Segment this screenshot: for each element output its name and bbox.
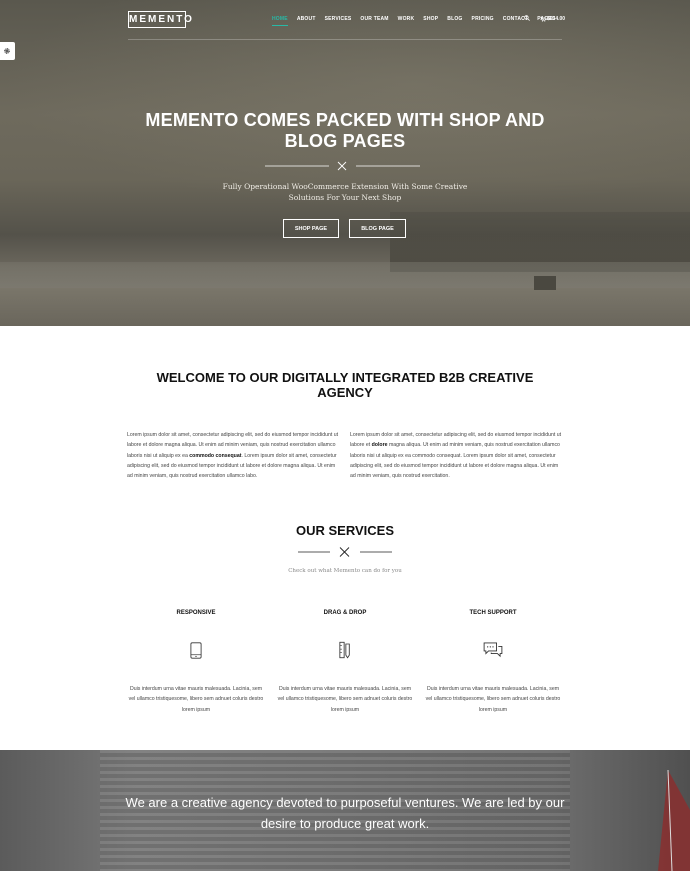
cart-link[interactable]: $634.00 xyxy=(540,14,565,24)
settings-toggle[interactable] xyxy=(0,42,15,60)
nav-pricing[interactable]: PRICING xyxy=(472,14,494,26)
tablet-icon xyxy=(190,641,202,659)
service-title: DRAG & DROP xyxy=(323,610,367,616)
service-responsive: RESPONSIVE Duis interdum urna vitae maur… xyxy=(126,610,266,715)
nav-home[interactable]: HOME xyxy=(272,14,288,26)
nav-our-team[interactable]: OUR TEAM xyxy=(360,14,388,26)
service-text: Duis interdum urna vitae mauris malesuad… xyxy=(128,686,264,713)
welcome-title: WELCOME TO OUR DIGITALLY INTEGRATED B2B … xyxy=(156,370,534,400)
cart-icon xyxy=(540,16,546,22)
x-divider-icon xyxy=(265,161,420,171)
cart-total: $634.00 xyxy=(547,16,566,22)
quote-wall-left xyxy=(0,750,100,871)
service-text: Duis interdum urna vitae mauris malesuad… xyxy=(277,686,413,713)
service-text: Duis interdum urna vitae mauris malesuad… xyxy=(425,686,561,713)
hero-subtitle: Fully Operational WooCommerce Extension … xyxy=(222,182,468,202)
service-title: RESPONSIVE xyxy=(176,610,216,616)
hero-sea xyxy=(0,262,690,288)
x-divider-icon xyxy=(298,547,392,557)
umbrella-image xyxy=(658,770,690,871)
nav-work[interactable]: WORK xyxy=(398,14,415,26)
service-tech-support: TECH SUPPORT Duis interdum urna vitae ma… xyxy=(423,610,563,715)
main-nav: HOME ABOUT SERVICES OUR TEAM WORK SHOP B… xyxy=(272,14,564,26)
gear-icon xyxy=(4,48,10,54)
blog-page-button[interactable]: BLOG PAGE xyxy=(349,219,406,238)
hero-title: MEMENTO COMES PACKED WITH SHOP AND BLOG … xyxy=(145,110,545,151)
logo[interactable]: MEMENTO xyxy=(128,11,192,28)
quote-text: We are a creative agency devoted to purp… xyxy=(125,795,565,831)
header-divider xyxy=(128,39,562,40)
hero-lifeguard-tower xyxy=(534,276,556,290)
services-subtitle: Check out what Memento can do for you xyxy=(288,568,402,574)
nav-about[interactable]: ABOUT xyxy=(297,14,316,26)
service-title: TECH SUPPORT xyxy=(469,610,517,616)
search-icon[interactable] xyxy=(524,15,530,21)
header-bar: MEMENTO HOME ABOUT SERVICES OUR TEAM WOR… xyxy=(0,0,690,40)
shop-page-button[interactable]: SHOP PAGE xyxy=(283,219,339,238)
nav-shop[interactable]: SHOP xyxy=(423,14,438,26)
nav-blog[interactable]: BLOG xyxy=(447,14,462,26)
services-title: OUR SERVICES xyxy=(295,523,394,538)
pencil-ruler-icon xyxy=(339,641,350,659)
hero-beach xyxy=(0,288,690,326)
service-drag-drop: DRAG & DROP Duis interdum urna vitae mau… xyxy=(275,610,415,715)
hero-section: MEMENTO HOME ABOUT SERVICES OUR TEAM WOR… xyxy=(0,0,690,326)
welcome-paragraph-left: Lorem ipsum dolor sit amet, consectetur … xyxy=(127,432,339,480)
welcome-paragraph-right: Lorem ipsum dolor sit amet, consectetur … xyxy=(350,432,562,480)
nav-services[interactable]: SERVICES xyxy=(325,14,352,26)
chat-bubbles-icon xyxy=(483,642,503,658)
